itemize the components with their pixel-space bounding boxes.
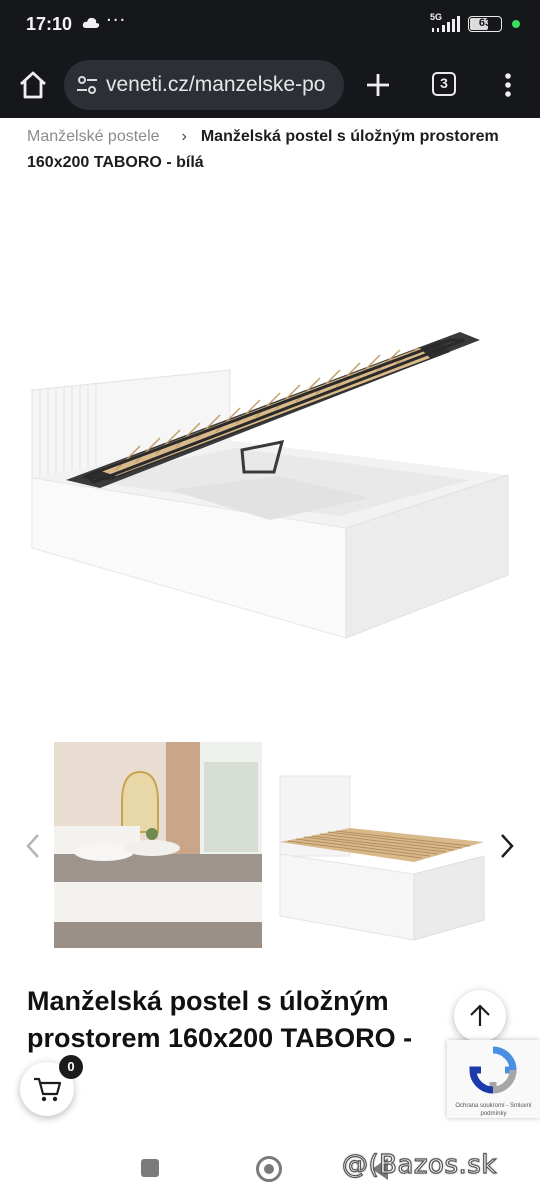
menu-button[interactable] — [500, 68, 516, 102]
carousel-prev-button[interactable] — [22, 832, 44, 860]
recaptcha-icon — [469, 1046, 517, 1094]
url-bar[interactable]: veneti.cz/manzelske-po — [64, 60, 344, 110]
home-button[interactable] — [16, 68, 50, 102]
status-time: 17:10 — [26, 14, 73, 34]
breadcrumb-parent-link[interactable]: Manželské postele — [27, 128, 160, 145]
breadcrumb: Manželské postele › Manželská postel s úlo… — [27, 124, 517, 176]
site-settings-icon[interactable] — [76, 74, 98, 101]
home-icon — [20, 71, 46, 99]
more-notifications-icon: ··· — [106, 10, 127, 31]
battery-percent: 63 — [478, 17, 492, 29]
scroll-to-top-button[interactable] — [454, 990, 506, 1042]
signal-icon: 5G — [430, 12, 462, 34]
home-circle-icon — [264, 1164, 274, 1174]
plus-icon — [367, 74, 389, 96]
status-bar: 17:10 ··· 5G 63 — [0, 0, 540, 52]
system-home-button[interactable] — [256, 1156, 282, 1182]
chevron-right-icon — [501, 834, 514, 858]
carousel-next-button[interactable] — [496, 832, 518, 860]
status-right: 5G 63 — [430, 12, 520, 34]
url-text: veneti.cz/manzelske-po — [106, 73, 326, 96]
tab-switcher-button[interactable]: 3 — [432, 72, 456, 96]
privacy-indicator — [512, 20, 520, 28]
new-tab-button[interactable] — [362, 69, 394, 101]
breadcrumb-separator: › — [181, 128, 187, 145]
bazos-watermark: @(Bazos.sk — [341, 1149, 497, 1180]
browser-toolbar: veneti.cz/manzelske-po 3 — [0, 52, 540, 118]
product-thumbnail-slats[interactable] — [274, 770, 488, 946]
product-thumbnail-room[interactable] — [54, 742, 262, 948]
cloud-icon — [82, 16, 100, 35]
battery-icon: 63 — [468, 16, 502, 32]
recent-apps-button[interactable] — [141, 1159, 159, 1177]
more-vert-icon — [505, 73, 511, 97]
recaptcha-badge[interactable]: Ochrana soukromí - Smluvní podmínky — [447, 1040, 540, 1118]
chevron-left-icon — [26, 834, 39, 858]
product-title: Manželská postel s úložným prostorem 160… — [27, 986, 413, 1053]
cart-count-badge: 0 — [59, 1055, 83, 1079]
product-main-image[interactable] — [20, 180, 520, 720]
recaptcha-links[interactable]: Ochrana soukromí - Smluvní podmínky — [449, 1102, 538, 1118]
arrow-up-icon — [470, 1004, 490, 1026]
